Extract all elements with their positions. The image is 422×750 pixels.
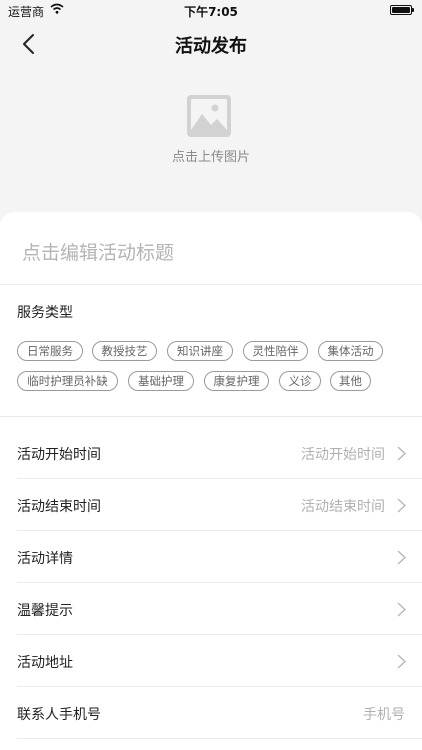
row-label: 温馨提示 (17, 603, 73, 619)
start-time-row[interactable]: 活动开始时间 活动开始时间 (0, 427, 422, 479)
service-tag[interactable]: 其他 (330, 371, 371, 391)
image-upload-button[interactable]: 点击上传图片 (0, 92, 422, 172)
row-label: 活动开始时间 (17, 447, 101, 463)
service-tag[interactable]: 临时护理员补缺 (17, 371, 118, 391)
address-row[interactable]: 活动地址 (0, 635, 422, 687)
chevron-right-icon (397, 446, 406, 461)
service-tag[interactable]: 日常服务 (17, 341, 83, 361)
service-tag[interactable]: 基础护理 (128, 371, 194, 391)
chevron-right-icon (397, 498, 406, 513)
service-tag[interactable]: 灵性陪伴 (243, 341, 308, 361)
row-label: 活动结束时间 (17, 499, 101, 515)
activity-title-input[interactable]: 点击编辑活动标题 (22, 238, 402, 265)
row-label: 联系人手机号 (17, 707, 101, 723)
chevron-right-icon (397, 602, 406, 617)
service-tag[interactable]: 教授技艺 (92, 341, 157, 361)
form-card: 点击编辑活动标题 服务类型 日常服务 教授技艺 知识讲座 灵性陪伴 集体活动 临… (0, 212, 422, 750)
start-time-value: 活动开始时间 (301, 447, 385, 463)
service-tag[interactable]: 集体活动 (318, 341, 383, 361)
row-divider (17, 738, 422, 739)
upload-label: 点击上传图片 (171, 150, 250, 165)
image-placeholder-icon (187, 95, 231, 137)
contact-phone-row[interactable]: 联系人手机号 手机号 (0, 687, 422, 739)
activity-details-row[interactable]: 活动详情 (0, 531, 422, 583)
end-time-row[interactable]: 活动结束时间 活动结束时间 (0, 479, 422, 531)
tips-row[interactable]: 温馨提示 (0, 583, 422, 635)
divider (0, 416, 422, 417)
battery-icon (390, 5, 414, 15)
divider (0, 284, 422, 285)
service-tag[interactable]: 义诊 (279, 371, 321, 391)
phone-input[interactable]: 手机号 (363, 704, 405, 724)
page-title: 活动发布 (175, 36, 247, 57)
chevron-right-icon (397, 654, 406, 669)
chevron-right-icon (397, 550, 406, 565)
row-label: 活动地址 (17, 655, 73, 671)
status-bar: 运营商 下午7:05 (0, 0, 422, 22)
end-time-value: 活动结束时间 (301, 499, 385, 515)
clock: 下午7:05 (184, 5, 238, 19)
nav-bar: 活动发布 (0, 22, 422, 66)
row-label: 活动详情 (17, 551, 73, 567)
service-type-label: 服务类型 (17, 305, 73, 321)
service-tag[interactable]: 康复护理 (204, 371, 269, 391)
service-tag[interactable]: 知识讲座 (167, 341, 233, 361)
